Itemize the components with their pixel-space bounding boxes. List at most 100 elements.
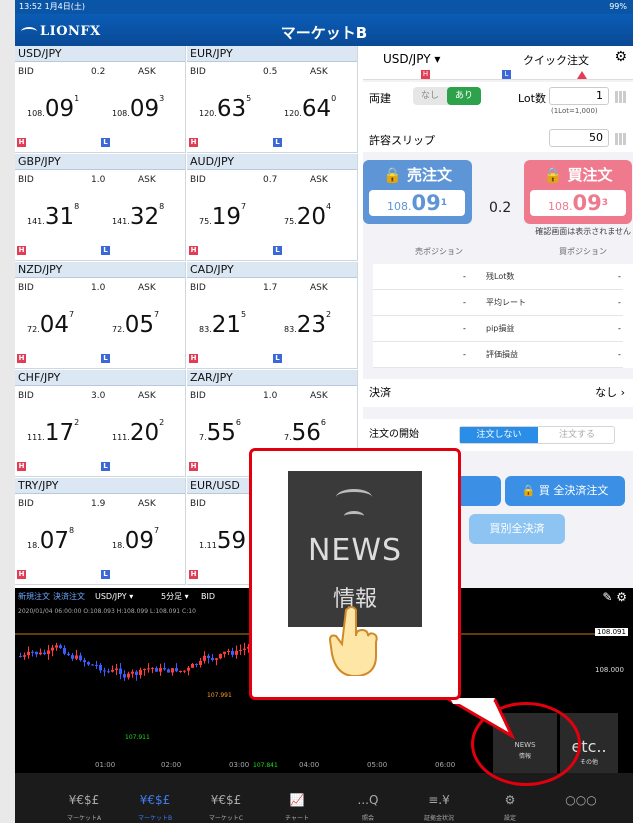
- buy-all-settle-button[interactable]: 🔒 買 全決済注文: [505, 476, 625, 506]
- order-start-label: 注文の開始: [369, 429, 419, 440]
- rate-tile[interactable]: EUR/JPY BID 0.5 ASK 120.635 120.640 H L: [187, 46, 358, 153]
- tab-icon: ⚙: [504, 793, 516, 807]
- tile-bid-price[interactable]: 141.318: [27, 202, 79, 230]
- tab-item[interactable]: 📈 チャート: [264, 773, 330, 823]
- settle-label: 決済: [369, 386, 391, 399]
- tab-icon: ¥€$£: [139, 793, 171, 807]
- keypad-icon[interactable]: [615, 133, 627, 145]
- candle-body: [207, 655, 210, 658]
- lot-input[interactable]: 1: [549, 87, 609, 105]
- tile-pair: TRY/JPY: [15, 478, 185, 494]
- sell-order-button[interactable]: 🔒 売注文 108.091: [363, 160, 472, 224]
- tab-item[interactable]: ¥€$£ マーケットA: [51, 773, 117, 823]
- tab-icon: ○○○: [565, 793, 597, 807]
- position-table: - 残Lot数 - - 平均レート - - pip損益 - - 評価損益 -: [373, 264, 633, 368]
- order-start-segment[interactable]: 注文しない 注文する: [459, 426, 615, 444]
- new-order-link[interactable]: 新規注文: [18, 588, 50, 606]
- tab-label: 照会: [361, 815, 374, 822]
- candle-body: [219, 653, 222, 659]
- chart-tools-icon[interactable]: ✎ ⚙: [602, 588, 627, 606]
- rate-tile[interactable]: TRY/JPY BID 1.9 ASK 18.078 18.097 H L: [15, 478, 186, 585]
- tile-bid-price[interactable]: 1.1159: [199, 528, 246, 554]
- keypad-icon[interactable]: [615, 91, 627, 103]
- tile-ask-price[interactable]: 83.232: [284, 310, 331, 338]
- tab-item[interactable]: ...Q 照会: [335, 773, 401, 823]
- buy-position-value: -: [618, 298, 621, 307]
- candle-body: [59, 645, 62, 648]
- timeframe-selector[interactable]: 5分足 ▾: [161, 588, 189, 606]
- candle-body: [31, 651, 34, 653]
- tile-ask-price[interactable]: 120.640: [284, 94, 336, 122]
- settle-order-link[interactable]: 決済注文: [53, 588, 85, 606]
- tile-bid-price[interactable]: 120.635: [199, 94, 251, 122]
- ohlc-readout: 2020/01/04 06:00:00 O:108.093 H:108.099 …: [18, 608, 196, 615]
- rate-tile[interactable]: AUD/JPY BID 0.7 ASK 75.197 75.204 H L: [187, 154, 358, 261]
- hedge-on[interactable]: あり: [447, 87, 481, 105]
- tab-icon: ...Q: [357, 793, 379, 807]
- tile-bid-price[interactable]: 108.091: [27, 94, 79, 122]
- tab-item[interactable]: ¥€$£ マーケットC: [193, 773, 259, 823]
- candle-body: [23, 655, 26, 657]
- tile-bid-label: BID: [190, 391, 206, 401]
- tab-icon: ¥€$£: [210, 793, 242, 807]
- hedge-toggle[interactable]: なし あり: [413, 87, 481, 105]
- high-marker: H: [17, 462, 26, 471]
- tile-ask-price[interactable]: 18.097: [112, 526, 159, 554]
- tab-item[interactable]: ≡.¥ 証拠金状況: [406, 773, 472, 823]
- tile-ask-label: ASK: [138, 499, 156, 509]
- slip-input[interactable]: 50: [549, 129, 609, 147]
- tile-ask-price[interactable]: 111.202: [112, 418, 164, 446]
- tab-item[interactable]: ¥€$£ マーケットB: [122, 773, 188, 823]
- tile-ask-price[interactable]: 72.057: [112, 310, 159, 338]
- candle-body: [43, 652, 46, 655]
- buy-position-value: -: [618, 324, 621, 333]
- hedge-off[interactable]: なし: [413, 87, 447, 105]
- tile-bid-label: BID: [18, 499, 34, 509]
- gear-icon[interactable]: ⚙: [614, 49, 627, 65]
- rate-tile[interactable]: NZD/JPY BID 1.0 ASK 72.047 72.057 H L: [15, 262, 186, 369]
- up-triangle-icon: [577, 71, 587, 79]
- tile-pair: ZAR/JPY: [187, 370, 357, 386]
- candle-body: [239, 649, 242, 651]
- pair-selector[interactable]: USD/JPY ▾: [383, 52, 440, 66]
- candle-body: [151, 667, 154, 669]
- candle-body: [55, 645, 58, 648]
- candle-body: [179, 670, 182, 672]
- tile-bid-price[interactable]: 75.197: [199, 202, 246, 230]
- tile-ask-price[interactable]: 108.093: [112, 94, 164, 122]
- status-bar: 13:52 1月4日(土) 99%: [15, 0, 633, 14]
- candle-body: [211, 657, 214, 660]
- tile-bid-label: BID: [190, 499, 206, 509]
- tab-label: マーケットC: [208, 815, 244, 822]
- tab-icon: ≡.¥: [428, 793, 450, 807]
- rate-tile[interactable]: CHF/JPY BID 3.0 ASK 111.172 111.202 H L: [15, 370, 186, 477]
- no-order-option[interactable]: 注文しない: [460, 427, 538, 443]
- tile-bid-price[interactable]: 111.172: [27, 418, 79, 446]
- settle-row[interactable]: 決済 なし ›: [363, 379, 633, 407]
- buy-order-button[interactable]: 🔒 買注文 108.093: [524, 160, 632, 224]
- tab-item[interactable]: ○○○: [548, 773, 614, 823]
- rate-tile[interactable]: USD/JPY BID 0.2 ASK 108.091 108.093 H L: [15, 46, 186, 153]
- tile-bid-price[interactable]: 7.556: [199, 418, 241, 446]
- tile-bid-price[interactable]: 18.078: [27, 526, 74, 554]
- tile-bid-price[interactable]: 83.215: [199, 310, 246, 338]
- candle-body: [127, 673, 130, 678]
- news-wave-icon: [336, 489, 372, 505]
- position-row-label: pip損益: [486, 324, 515, 333]
- tile-ask-price[interactable]: 7.566: [284, 418, 326, 446]
- rate-tile[interactable]: CAD/JPY BID 1.7 ASK 83.215 83.232 H L: [187, 262, 358, 369]
- rate-tile[interactable]: GBP/JPY BID 1.0 ASK 141.318 141.328 H L: [15, 154, 186, 261]
- buy-individual-settle-button[interactable]: 買別全決済: [469, 514, 565, 544]
- tile-ask-label: ASK: [138, 175, 156, 185]
- tile-spread: 1.9: [91, 499, 106, 509]
- buy-price: 108.093: [530, 190, 626, 216]
- do-order-option[interactable]: 注文する: [538, 427, 616, 443]
- tile-ask-price[interactable]: 141.328: [112, 202, 164, 230]
- candle-body: [131, 671, 134, 674]
- low-marker: L: [273, 246, 282, 255]
- candle-body: [171, 668, 174, 673]
- bid-label[interactable]: BID: [201, 588, 215, 606]
- tile-bid-price[interactable]: 72.047: [27, 310, 74, 338]
- tile-ask-price[interactable]: 75.204: [284, 202, 331, 230]
- chart-pair-selector[interactable]: USD/JPY ▾: [95, 588, 133, 606]
